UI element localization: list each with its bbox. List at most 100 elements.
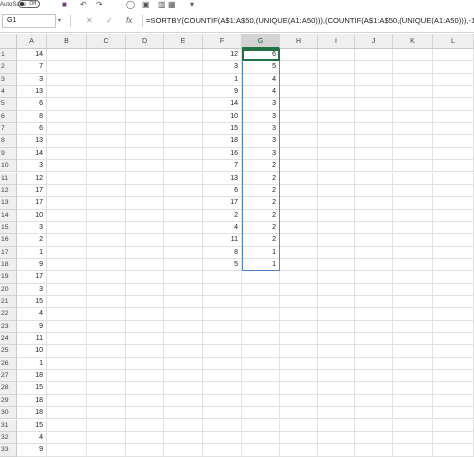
cell-a22[interactable]: 4 — [17, 308, 47, 321]
row-header[interactable]: 18 — [0, 258, 17, 272]
cell-e24[interactable] — [164, 333, 203, 346]
cell-c8[interactable] — [87, 135, 126, 148]
cell-l3[interactable] — [433, 73, 474, 87]
cell-i32[interactable] — [318, 431, 355, 445]
cell-h8[interactable] — [280, 135, 318, 148]
cell-k20[interactable] — [393, 283, 433, 296]
cell-g11[interactable]: 2 — [242, 172, 280, 185]
cell-k19[interactable] — [393, 271, 433, 284]
cell-l15[interactable] — [433, 221, 474, 235]
cell-l28[interactable] — [433, 382, 474, 395]
row-header[interactable]: 15 — [0, 221, 17, 235]
cell-e21[interactable] — [164, 296, 203, 309]
cell-k26[interactable] — [393, 357, 433, 371]
cell-e31[interactable] — [164, 419, 203, 432]
cell-e23[interactable] — [164, 320, 203, 334]
cell-j10[interactable] — [355, 160, 393, 173]
cell-j32[interactable] — [355, 431, 393, 445]
cell-j25[interactable] — [355, 345, 393, 358]
cell-f6[interactable]: 10 — [203, 110, 242, 124]
cell-c26[interactable] — [87, 357, 126, 371]
cell-e30[interactable] — [164, 407, 203, 420]
row-header[interactable]: 11 — [0, 172, 17, 185]
cell-d13[interactable] — [126, 197, 164, 210]
column-header-g[interactable]: G — [242, 34, 280, 49]
cell-d33[interactable] — [126, 444, 164, 457]
cell-i26[interactable] — [318, 357, 355, 371]
cell-a4[interactable]: 13 — [17, 86, 47, 99]
cell-b7[interactable] — [47, 123, 87, 136]
cell-h30[interactable] — [280, 407, 318, 420]
cell-c4[interactable] — [87, 86, 126, 99]
cell-d19[interactable] — [126, 271, 164, 284]
cell-a5[interactable]: 6 — [17, 98, 47, 111]
cell-e6[interactable] — [164, 110, 203, 124]
cell-g31[interactable] — [242, 419, 280, 432]
cell-h16[interactable] — [280, 234, 318, 247]
cell-h1[interactable] — [280, 49, 318, 62]
cell-c14[interactable] — [87, 209, 126, 222]
cell-l14[interactable] — [433, 209, 474, 222]
cell-e3[interactable] — [164, 73, 203, 87]
cell-c6[interactable] — [87, 110, 126, 124]
cell-j3[interactable] — [355, 73, 393, 87]
row-header[interactable]: 32 — [0, 431, 17, 445]
cell-l7[interactable] — [433, 123, 474, 136]
cell-f8[interactable]: 18 — [203, 135, 242, 148]
row-header[interactable]: 14 — [0, 209, 17, 222]
cell-e5[interactable] — [164, 98, 203, 111]
cell-k18[interactable] — [393, 258, 433, 272]
cell-a1[interactable]: 14 — [17, 49, 47, 62]
cell-k30[interactable] — [393, 407, 433, 420]
cell-h7[interactable] — [280, 123, 318, 136]
cell-j31[interactable] — [355, 419, 393, 432]
cell-b16[interactable] — [47, 234, 87, 247]
cell-j16[interactable] — [355, 234, 393, 247]
cell-f18[interactable]: 5 — [203, 258, 242, 272]
row-header[interactable]: 13 — [0, 197, 17, 210]
cell-a18[interactable]: 9 — [17, 258, 47, 272]
cell-j2[interactable] — [355, 61, 393, 74]
cell-b27[interactable] — [47, 370, 87, 383]
cell-d28[interactable] — [126, 382, 164, 395]
save-icon[interactable]: ■ — [62, 0, 67, 9]
row-header[interactable]: 19 — [0, 271, 17, 284]
cell-f27[interactable] — [203, 370, 242, 383]
cell-j7[interactable] — [355, 123, 393, 136]
cell-i28[interactable] — [318, 382, 355, 395]
cell-g30[interactable] — [242, 407, 280, 420]
cell-k13[interactable] — [393, 197, 433, 210]
cell-b15[interactable] — [47, 221, 87, 235]
cell-h13[interactable] — [280, 197, 318, 210]
cell-d7[interactable] — [126, 123, 164, 136]
cell-a15[interactable]: 3 — [17, 221, 47, 235]
cell-a10[interactable]: 3 — [17, 160, 47, 173]
cell-g10[interactable]: 2 — [242, 160, 280, 173]
column-header-c[interactable]: C — [87, 34, 126, 49]
cell-b24[interactable] — [47, 333, 87, 346]
cell-k9[interactable] — [393, 147, 433, 161]
cell-d12[interactable] — [126, 184, 164, 198]
cell-d5[interactable] — [126, 98, 164, 111]
cell-j15[interactable] — [355, 221, 393, 235]
cell-h11[interactable] — [280, 172, 318, 185]
cell-b21[interactable] — [47, 296, 87, 309]
cell-i5[interactable] — [318, 98, 355, 111]
cell-i22[interactable] — [318, 308, 355, 321]
insert-function-icon[interactable]: fx — [126, 15, 132, 27]
cell-c22[interactable] — [87, 308, 126, 321]
cell-a3[interactable]: 3 — [17, 73, 47, 87]
cell-j11[interactable] — [355, 172, 393, 185]
cell-g6[interactable]: 3 — [242, 110, 280, 124]
cell-f3[interactable]: 1 — [203, 73, 242, 87]
cell-l27[interactable] — [433, 370, 474, 383]
cell-a2[interactable]: 7 — [17, 61, 47, 74]
cell-b14[interactable] — [47, 209, 87, 222]
cell-g28[interactable] — [242, 382, 280, 395]
cell-c2[interactable] — [87, 61, 126, 74]
cell-b6[interactable] — [47, 110, 87, 124]
cell-h5[interactable] — [280, 98, 318, 111]
cell-a28[interactable]: 15 — [17, 382, 47, 395]
cell-g3[interactable]: 4 — [242, 73, 280, 87]
cell-l16[interactable] — [433, 234, 474, 247]
